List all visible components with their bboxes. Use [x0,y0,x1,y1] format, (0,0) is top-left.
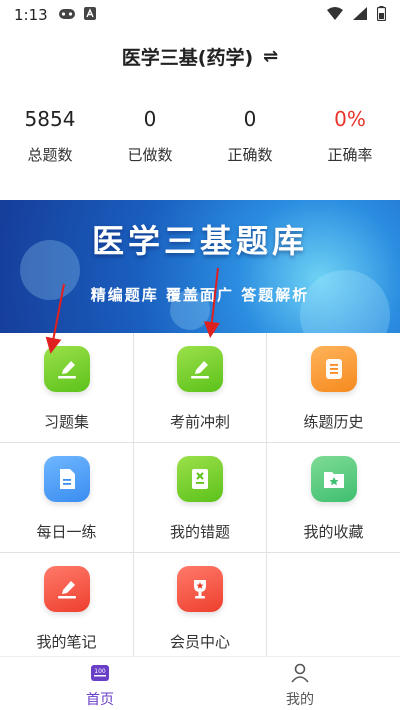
banner-title: 医学三基题库 [91,222,308,260]
pencil-note-icon [43,566,90,612]
pencil-card-icon [177,346,223,392]
stat-value: 0% [334,107,366,131]
wifi-icon [327,6,343,24]
error-book-icon [177,456,223,502]
menu-item-label: 我的收藏 [303,523,364,541]
menu-item-label: 考前冲刺 [169,413,230,431]
stat-label: 正确率 [327,146,373,164]
home-100-icon: 100 [0,663,200,687]
banner-subtitle: 精编题库 覆盖面广 答题解析 [90,286,310,304]
a-badge-icon [83,6,96,24]
menu-item-label: 练题历史 [303,413,364,431]
app-screen: 1:13 医学三基(药学) ⇌ 5854 总题数 0 已做数 0 正确数 0% … [0,0,400,710]
svg-text:100: 100 [94,668,106,675]
scroll-icon [310,346,357,392]
status-time: 1:13 [14,6,48,24]
menu-item-label: 我的错题 [169,523,230,541]
stat-label: 总题数 [27,146,73,164]
bottom-nav: 100 首页 我的 [0,656,400,710]
status-bar: 1:13 [0,0,400,30]
star-folder-icon [310,456,357,502]
person-icon [200,663,400,687]
menu-empty-cell [267,553,400,663]
signal-icon [353,6,367,24]
stat-accuracy: 0% 正确率 [300,104,400,174]
nav-label: 首页 [86,692,114,708]
menu-item-mistakes[interactable]: 我的错题 [134,443,267,553]
stat-label: 已做数 [127,146,173,164]
stats-row: 5854 总题数 0 已做数 0 正确数 0% 正确率 [0,104,400,174]
menu-item-membership[interactable]: 会员中心 [134,553,267,663]
stat-done: 0 已做数 [100,104,200,174]
battery-icon [376,5,387,25]
stat-correct: 0 正确数 [200,104,300,174]
nav-mine[interactable]: 我的 [200,657,400,710]
nav-label: 我的 [286,692,314,708]
gamepad-icon [58,6,76,24]
menu-item-label: 每日一练 [36,523,97,541]
menu-item-exercises[interactable]: 习题集 [0,333,134,443]
stat-label: 正确数 [227,146,273,164]
switch-subject-icon[interactable]: ⇌ [263,46,278,67]
document-icon [43,456,90,502]
header: 医学三基(药学) ⇌ [0,36,400,76]
menu-item-label: 习题集 [43,413,89,431]
pencil-card-icon [43,346,90,392]
feature-grid: 习题集 考前冲刺 练题历史 每日一练 我的错题 我的收藏 我的笔记 会员中心 [0,333,400,663]
menu-item-label: 会员中心 [169,633,230,651]
menu-item-sprint[interactable]: 考前冲刺 [134,333,267,443]
menu-item-notes[interactable]: 我的笔记 [0,553,134,663]
stat-value: 0 [243,107,257,131]
menu-item-label: 我的笔记 [36,633,97,651]
promo-banner[interactable]: 医学三基题库 精编题库 覆盖面广 答题解析 [0,200,400,333]
stat-total: 5854 总题数 [0,104,100,174]
nav-home[interactable]: 100 首页 [0,657,200,710]
trophy-icon [177,566,223,612]
page-title[interactable]: 医学三基(药学) [122,43,253,70]
menu-item-history[interactable]: 练题历史 [267,333,400,443]
stat-value: 5854 [24,107,76,131]
menu-item-daily[interactable]: 每日一练 [0,443,134,553]
stat-value: 0 [143,107,157,131]
menu-item-favorites[interactable]: 我的收藏 [267,443,400,553]
